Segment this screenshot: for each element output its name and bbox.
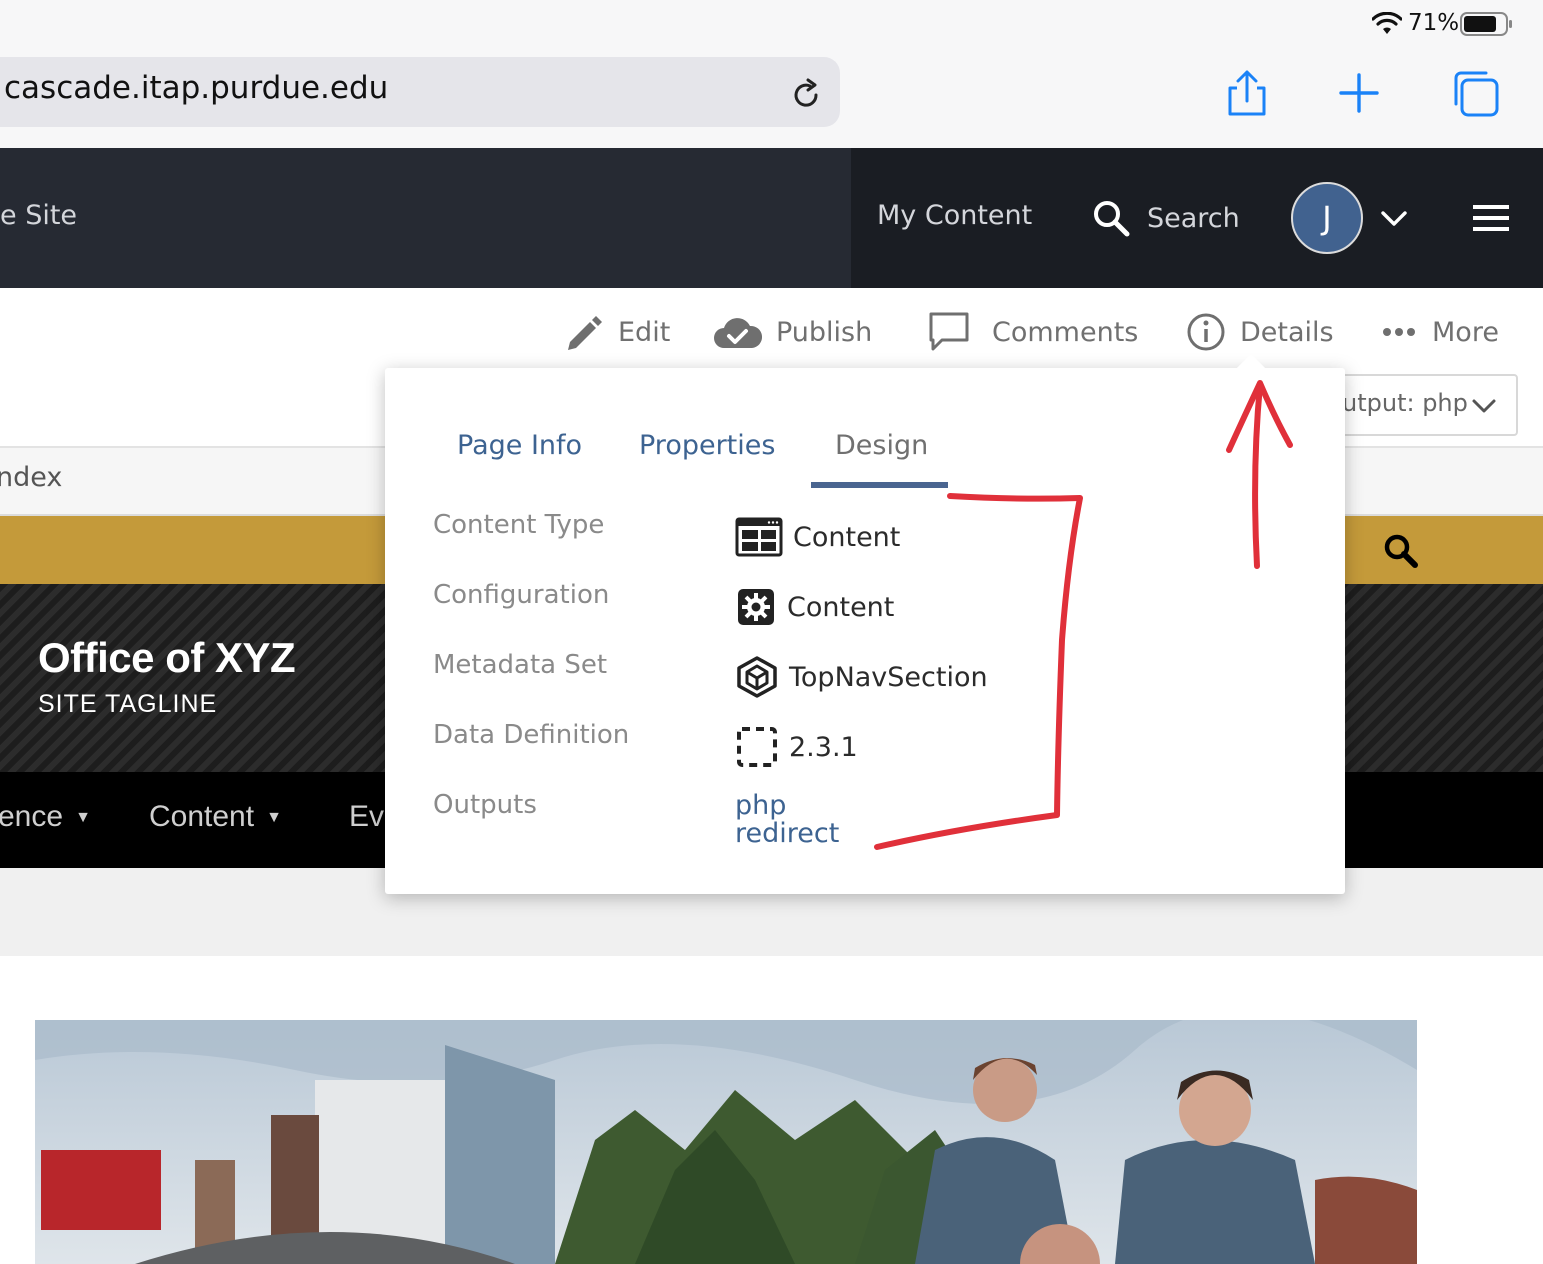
ellipsis-icon <box>1383 328 1415 336</box>
nav-item[interactable]: ence ▼ <box>0 800 91 834</box>
reload-icon[interactable] <box>788 77 824 113</box>
nav-item-label: Content <box>149 800 255 833</box>
comments-label: Comments <box>992 316 1139 348</box>
dashed-box-icon <box>737 727 777 767</box>
site-title: Office of XYZ <box>38 634 296 681</box>
asset-path: ndex <box>0 462 63 493</box>
outputs-label: Outputs <box>433 790 537 820</box>
publish-label: Publish <box>776 316 873 348</box>
cms-user-area: My Content Search J <box>851 148 1543 288</box>
more-button[interactable]: More <box>1382 310 1499 354</box>
configuration-value[interactable]: Content <box>735 586 894 628</box>
configuration-text: Content <box>787 591 895 623</box>
output-select-value: utput: php <box>1342 389 1468 417</box>
tabs-overview-icon[interactable] <box>1450 68 1500 118</box>
wifi-icon <box>1372 12 1402 34</box>
edit-label: Edit <box>618 316 671 348</box>
address-bar[interactable]: cascade.itap.purdue.edu <box>0 57 840 127</box>
content-type-text: Content <box>793 521 901 553</box>
battery-icon <box>1460 12 1512 36</box>
data-definition-value[interactable]: 2.3.1 <box>735 726 858 768</box>
data-definition-label: Data Definition <box>433 720 630 750</box>
metadata-set-label: Metadata Set <box>433 650 608 680</box>
browser-toolbar: cascade.itap.purdue.edu <box>0 50 1543 148</box>
hero-photo <box>35 1020 1417 1264</box>
status-bar: 71% <box>0 0 1543 50</box>
search-label: Search <box>1147 202 1240 234</box>
new-tab-icon[interactable] <box>1334 68 1384 118</box>
cms-top-bar: e Site My Content Search J <box>0 148 1543 288</box>
site-tagline: SITE TAGLINE <box>38 690 218 718</box>
content-type-label: Content Type <box>433 510 605 540</box>
nav-item-label: Ev <box>349 800 385 833</box>
caret-down-icon: ▼ <box>266 809 282 826</box>
nav-item-label: ence <box>0 800 64 833</box>
edit-button[interactable]: Edit <box>564 310 670 354</box>
hamburger-menu-icon[interactable] <box>1471 200 1511 236</box>
content-type-value[interactable]: Content <box>735 516 900 558</box>
output-link-php[interactable]: php <box>735 792 786 820</box>
battery-percent: 71% <box>1408 10 1460 36</box>
nav-item[interactable]: Content ▼ <box>149 800 282 834</box>
details-label: Details <box>1240 316 1334 348</box>
configuration-label: Configuration <box>433 580 610 610</box>
metadata-set-value[interactable]: TopNavSection <box>735 656 988 698</box>
publish-button[interactable]: Publish <box>712 310 872 354</box>
site-search-icon[interactable] <box>1382 532 1420 570</box>
tab-page-info[interactable]: Page Info <box>457 430 582 461</box>
url-text: cascade.itap.purdue.edu <box>4 70 389 106</box>
cloud-check-icon <box>714 318 762 348</box>
details-popover: Page Info Properties Design Content Type… <box>385 353 1345 894</box>
metadata-set-text: TopNavSection <box>789 661 988 693</box>
pencil-icon <box>568 316 602 350</box>
nav-item[interactable]: Ev <box>349 800 384 834</box>
avatar[interactable]: J <box>1291 182 1363 254</box>
info-icon <box>1187 313 1225 351</box>
search-icon <box>1094 201 1130 237</box>
share-icon[interactable] <box>1222 68 1272 118</box>
active-tab-indicator <box>811 482 948 488</box>
output-link-redirect[interactable]: redirect <box>735 820 839 848</box>
more-label: More <box>1432 316 1499 348</box>
my-content-link[interactable]: My Content <box>877 200 1032 231</box>
site-selector[interactable]: e Site <box>0 200 77 231</box>
chevron-down-icon <box>1472 399 1496 413</box>
comment-icon <box>929 312 969 351</box>
content-type-icon <box>735 517 783 557</box>
chevron-down-icon[interactable] <box>1379 204 1409 234</box>
tab-properties[interactable]: Properties <box>639 430 775 461</box>
details-button[interactable]: Details <box>1186 310 1334 354</box>
caret-down-icon: ▼ <box>75 809 91 826</box>
search-button[interactable]: Search <box>1091 198 1240 238</box>
gear-icon <box>738 589 774 625</box>
tab-design[interactable]: Design <box>835 430 928 461</box>
cube-icon <box>737 656 777 698</box>
data-definition-text: 2.3.1 <box>789 731 858 763</box>
comments-button[interactable]: Comments <box>928 310 1138 354</box>
